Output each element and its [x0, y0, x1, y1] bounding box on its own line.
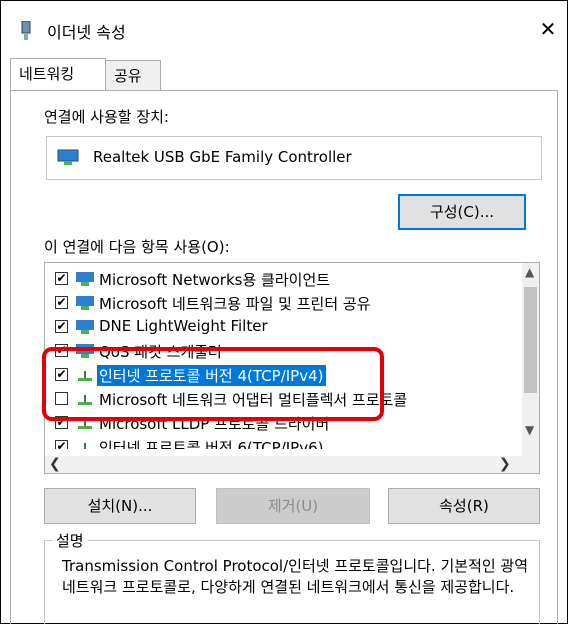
- item-label: Microsoft Networks용 클라이언트: [99, 271, 331, 289]
- window-title: 이더넷 속성: [47, 23, 126, 42]
- title-bar: 이더넷 속성 ✕: [1, 1, 567, 57]
- annotation-highlight-ring: [42, 347, 384, 421]
- scroll-thumb[interactable]: [524, 287, 537, 393]
- item-label: DNE LightWeight Filter: [99, 317, 268, 335]
- network-client-icon: [75, 271, 95, 291]
- device-field: Realtek USB GbE Family Controller: [46, 136, 542, 180]
- items-label: 이 연결에 다음 항목 사용(O):: [44, 238, 230, 256]
- list-item[interactable]: ✔ 인터넷 프로토콜 버전 6(TCP/IPv6): [45, 435, 519, 449]
- vertical-scrollbar[interactable]: ▲ ▼: [522, 263, 539, 457]
- close-button[interactable]: ✕: [537, 19, 559, 41]
- file-share-icon: [75, 295, 95, 315]
- description-text: Transmission Control Protocol/인터넷 프로토콜입니…: [62, 557, 529, 596]
- description-title: 설명: [52, 530, 88, 551]
- scroll-right-icon[interactable]: ❯: [499, 456, 511, 472]
- list-item[interactable]: ✔ DNE LightWeight Filter: [45, 315, 519, 339]
- device-name: Realtek USB GbE Family Controller: [93, 148, 352, 166]
- configure-button[interactable]: 구성(C)...: [398, 194, 526, 230]
- install-button[interactable]: 설치(N)...: [44, 488, 196, 524]
- item-checkbox[interactable]: ✔: [55, 272, 68, 285]
- item-label: 인터넷 프로토콜 버전 6(TCP/IPv6): [99, 439, 324, 449]
- scroll-up-icon[interactable]: ▲: [525, 265, 534, 279]
- properties-button[interactable]: 속성(R): [388, 488, 540, 524]
- list-item[interactable]: ✔ Microsoft 네트워크용 파일 및 프린터 공유: [45, 291, 519, 315]
- item-label: Microsoft 네트워크용 파일 및 프린터 공유: [99, 295, 371, 313]
- scroll-left-icon[interactable]: ❮: [49, 456, 61, 472]
- list-item[interactable]: ✔ Microsoft Networks용 클라이언트: [45, 267, 519, 291]
- connect-using-label: 연결에 사용할 장치:: [44, 108, 169, 126]
- tab-networking[interactable]: 네트워킹: [10, 58, 106, 90]
- filter-icon: [75, 319, 95, 339]
- uninstall-button: 제거(U): [216, 488, 370, 524]
- tab-sharing[interactable]: 공유: [105, 60, 161, 90]
- horizontal-scrollbar[interactable]: ❮ ❯: [45, 456, 539, 473]
- item-checkbox[interactable]: ✔: [55, 320, 68, 333]
- scroll-down-icon[interactable]: ▼: [525, 423, 534, 437]
- item-checkbox[interactable]: ✔: [55, 296, 68, 309]
- protocol-icon: [75, 439, 95, 449]
- network-adapter-icon: [57, 149, 79, 171]
- ethernet-adapter-icon: [19, 20, 33, 45]
- item-checkbox[interactable]: ✔: [55, 440, 68, 449]
